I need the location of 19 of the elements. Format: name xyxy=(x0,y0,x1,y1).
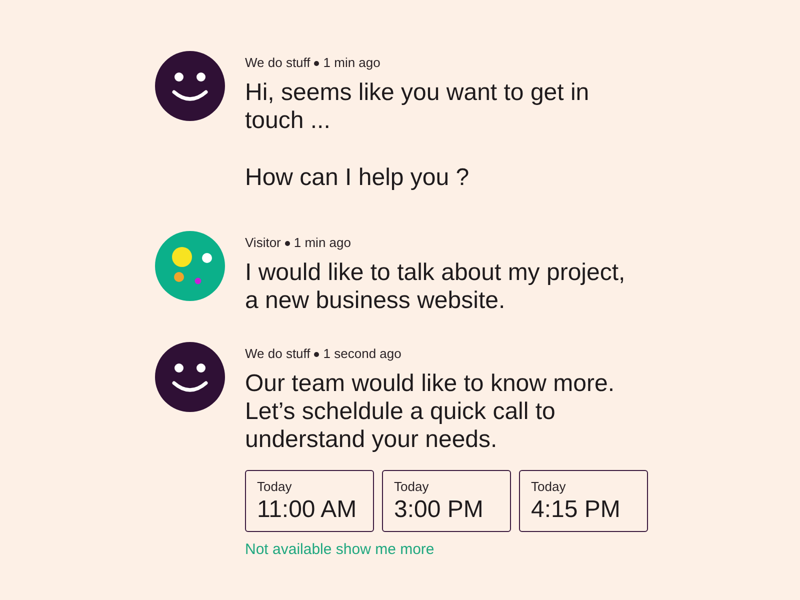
message-text: Hi, seems like you want to get in touch ... xyxy=(245,79,590,135)
message-author: We do stuff xyxy=(245,346,310,362)
message-time: 1 min ago xyxy=(294,235,351,251)
smiley-avatar-icon xyxy=(155,51,225,121)
time-slot-button[interactable]: Today 4:15 PM xyxy=(519,470,648,532)
message-time: 1 second ago xyxy=(323,346,402,362)
dotted-avatar-icon xyxy=(155,231,225,301)
time-slot-button[interactable]: Today 11:00 AM xyxy=(245,470,374,532)
bullet-icon xyxy=(314,352,320,356)
time-slot-button[interactable]: Today 3:00 PM xyxy=(382,470,511,532)
message-time: 1 min ago xyxy=(323,55,380,71)
bullet-icon xyxy=(314,60,320,66)
message-text: I would like to talk about my project, a new business website. xyxy=(245,259,626,315)
message-author: Visitor xyxy=(245,235,281,251)
smiley-avatar-icon xyxy=(155,342,225,412)
bullet-icon xyxy=(284,240,290,246)
message-author: We do stuff xyxy=(245,55,310,71)
message-text: How can I help you ? xyxy=(245,164,470,192)
message-text: Our team would like to know more. Let’s scheldule a quick call to understand your needs. xyxy=(245,370,616,454)
